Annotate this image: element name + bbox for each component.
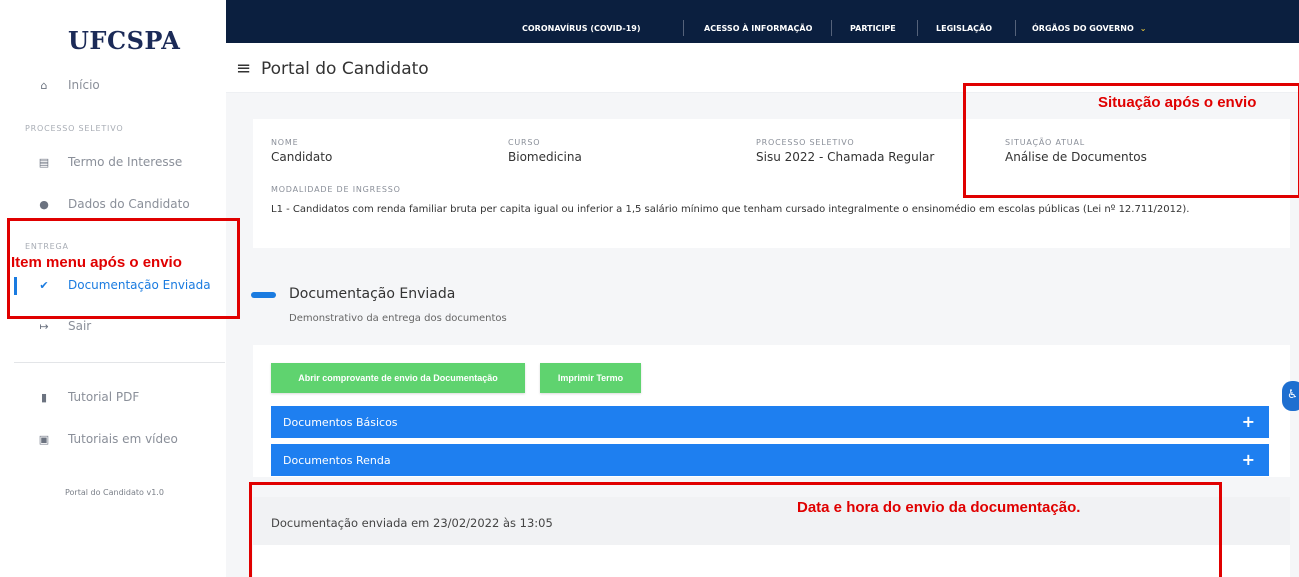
sidebar-item-tutoriais-video[interactable]: ▣ Tutoriais em vídeo xyxy=(0,424,225,454)
sidebar-divider xyxy=(14,362,225,363)
annotation-box-data xyxy=(249,482,1222,577)
nav-link-legislacao[interactable]: LEGISLAÇÃO xyxy=(936,22,992,34)
nav-separator xyxy=(831,20,832,36)
accessibility-button[interactable]: ♿ xyxy=(1282,381,1299,411)
section-title: Documentação Enviada xyxy=(289,286,456,302)
sidebar-item-label: Termo de Interesse xyxy=(68,155,183,169)
nav-link-acesso[interactable]: ACESSO À INFORMAÇÃO xyxy=(704,22,812,34)
sidebar-item-label: Tutorial PDF xyxy=(68,390,140,404)
sidebar-item-tutorial-pdf[interactable]: ▮ Tutorial PDF xyxy=(0,382,225,412)
home-icon: ⌂ xyxy=(40,78,48,92)
nav-link-participe[interactable]: PARTICIPE xyxy=(850,22,896,34)
logo: UFCSPA xyxy=(68,26,181,55)
sidebar-item-label: Início xyxy=(68,78,100,92)
section-subtitle: Demonstrativo da entrega dos documentos xyxy=(289,313,507,324)
nome-value: Candidato xyxy=(271,150,333,164)
sidebar-item-termo[interactable]: ▤ Termo de Interesse xyxy=(0,147,225,177)
chevron-down-icon: ⌄ xyxy=(1139,23,1147,33)
annotation-label-situacao: Situação após o envio xyxy=(1098,94,1257,111)
sidebar-item-label: Sair xyxy=(68,319,92,333)
file-icon: ▮ xyxy=(40,390,48,404)
curso-value: Biomedicina xyxy=(508,150,582,164)
open-receipt-button[interactable]: Abrir comprovante de envio da Documentaç… xyxy=(271,363,525,393)
modalidade-label: MODALIDADE DE INGRESSO xyxy=(271,185,401,194)
annotation-label-menu: Item menu após o envio xyxy=(11,254,182,271)
nav-separator xyxy=(1015,20,1016,36)
processo-label: PROCESSO SELETIVO xyxy=(756,138,855,147)
nav-separator xyxy=(683,20,684,36)
annotation-label-data: Data e hora do envio da documentação. xyxy=(797,499,1081,516)
printer-icon: ▤ xyxy=(38,155,50,169)
accordion-documentos-renda[interactable]: Documentos Renda + xyxy=(271,444,1269,476)
plus-icon: + xyxy=(1241,450,1255,469)
section-accent-bar xyxy=(251,292,276,298)
version-text: Portal do Candidato v1.0 xyxy=(65,488,164,497)
accordion-label: Documentos Renda xyxy=(283,453,391,467)
nav-link-label: ÓRGÃOS DO GOVERNO xyxy=(1032,23,1134,33)
nav-link-orgaos[interactable]: ÓRGÃOS DO GOVERNO ⌄ xyxy=(1032,22,1146,34)
plus-icon: + xyxy=(1241,412,1255,431)
sidebar-item-label: Tutoriais em vídeo xyxy=(68,432,178,446)
hamburger-menu-icon[interactable]: ≡ xyxy=(236,58,251,79)
accordion-label: Documentos Básicos xyxy=(283,415,398,429)
sign-out-icon: ↦ xyxy=(39,319,49,333)
sidebar-item-label: Dados do Candidato xyxy=(68,197,190,211)
video-icon: ▣ xyxy=(38,432,50,446)
page-title: Portal do Candidato xyxy=(261,59,429,79)
user-icon: ● xyxy=(39,197,49,211)
modalidade-value: L1 - Candidatos com renda familiar bruta… xyxy=(271,204,1190,215)
sidebar-item-dados[interactable]: ● Dados do Candidato xyxy=(0,189,225,219)
print-term-button[interactable]: Imprimir Termo xyxy=(540,363,641,393)
curso-label: CURSO xyxy=(508,138,541,147)
sidebar-section-processo: PROCESSO SELETIVO xyxy=(25,124,124,133)
sidebar-item-inicio[interactable]: ⌂ Início xyxy=(0,70,225,100)
accessibility-icon: ♿ xyxy=(1287,387,1298,401)
page: UFCSPA ⌂ Início PROCESSO SELETIVO ▤ Term… xyxy=(0,0,1299,577)
accordion-documentos-basicos[interactable]: Documentos Básicos + xyxy=(271,406,1269,438)
top-navigation-bar: CORONAVÍRUS (COVID-19) ACESSO À INFORMAÇ… xyxy=(226,0,1299,43)
processo-value: Sisu 2022 - Chamada Regular xyxy=(756,150,935,164)
nome-label: NOME xyxy=(271,138,299,147)
nav-separator xyxy=(917,20,918,36)
nav-link-covid[interactable]: CORONAVÍRUS (COVID-19) xyxy=(522,22,641,34)
